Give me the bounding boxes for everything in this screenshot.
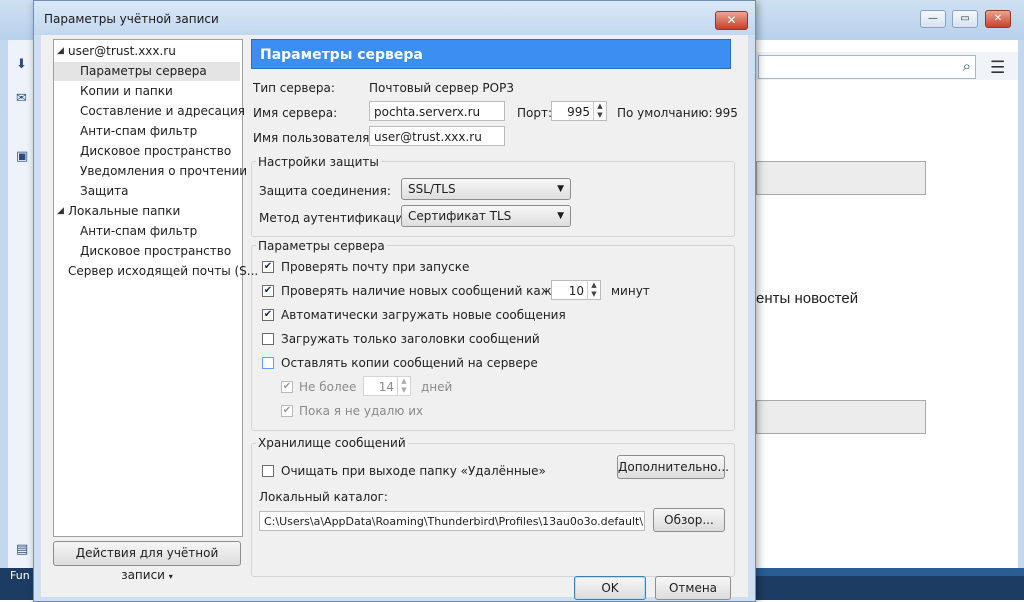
headers-only-checkbox[interactable]: [262, 333, 274, 345]
headers-only-label: Загружать только заголовки сообщений: [281, 332, 540, 346]
computer-icon[interactable]: ▣: [16, 150, 32, 164]
dropdown-arrow-icon: ▼: [557, 184, 564, 194]
server-type-label: Тип сервера:: [253, 81, 335, 95]
tree-item-server-settings[interactable]: Параметры сервера: [54, 62, 240, 81]
background-close-button[interactable]: ✕: [985, 10, 1011, 28]
browse-button[interactable]: Обзор...: [653, 508, 725, 532]
empty-trash-label: Очищать при выходе папку «Удалённые»: [281, 464, 546, 478]
check-every-checkbox[interactable]: ✔: [262, 285, 274, 297]
auth-method-select[interactable]: Сертификат TLS ▼: [401, 205, 571, 227]
local-directory-input[interactable]: C:\Users\a\AppData\Roaming\Thunderbird\P…: [259, 511, 645, 531]
tree-item-local-disk-space[interactable]: Дисковое пространство: [54, 242, 240, 261]
background-frame-right: [1018, 40, 1024, 600]
tree-account[interactable]: ◢ user@trust.xxx.ru: [54, 42, 240, 61]
until-delete-checkbox[interactable]: ✔: [281, 405, 293, 417]
cancel-button[interactable]: Отмена: [655, 576, 731, 600]
connection-security-label: Защита соединения:: [259, 184, 391, 198]
tree-item-security[interactable]: Защита: [54, 182, 240, 201]
tree-item-receipts[interactable]: Уведомления о прочтении: [54, 162, 247, 181]
collapse-icon[interactable]: ◢: [57, 202, 64, 221]
background-search-input[interactable]: ⌕: [758, 55, 976, 79]
auto-download-label: Автоматически загружать новые сообщения: [281, 308, 566, 322]
spin-arrows-icon[interactable]: ▲ ▼: [397, 377, 410, 395]
collapse-icon[interactable]: ◢: [57, 42, 64, 61]
auto-download-checkbox[interactable]: ✔: [262, 309, 274, 321]
check-on-start-checkbox[interactable]: ✔: [262, 261, 274, 273]
background-button-1[interactable]: [756, 161, 926, 195]
local-directory-label: Локальный каталог:: [259, 490, 388, 504]
storage-group-title: Хранилище сообщений: [256, 436, 408, 450]
background-frame-left: [0, 40, 8, 600]
connection-security-select[interactable]: SSL/TLS ▼: [401, 178, 571, 200]
check-interval-spinner[interactable]: 10 ▲ ▼: [551, 280, 601, 300]
spin-arrows-icon[interactable]: ▲ ▼: [587, 281, 600, 299]
empty-trash-checkbox[interactable]: [262, 465, 274, 477]
server-name-input[interactable]: pochta.serverx.ru: [369, 101, 505, 121]
dialog-title: Параметры учётной записи: [44, 12, 219, 26]
tree-item-composition[interactable]: Составление и адресация: [54, 102, 245, 121]
background-news-text: енты новостей: [756, 290, 859, 307]
until-delete-label: Пока я не удалю их: [299, 404, 424, 418]
no-more-than-label: Не более: [299, 380, 357, 394]
account-actions-button[interactable]: Действия для учётной записи ▾: [53, 541, 241, 582]
taskbar-highlight: [756, 568, 1024, 576]
dialog-titlebar: Параметры учётной записи ✕: [34, 1, 755, 35]
leave-copies-label: Оставлять копии сообщений на сервере: [281, 356, 538, 370]
tree-item-junk[interactable]: Анти-спам фильтр: [54, 122, 240, 141]
default-port-label: По умолчанию:: [617, 106, 713, 120]
server-name-label: Имя сервера:: [253, 106, 338, 120]
check-every-label: Проверять наличие новых сообщений каждые: [281, 284, 577, 298]
server-options-group-title: Параметры сервера: [256, 239, 387, 253]
server-type-value: Почтовый сервер POP3: [369, 81, 514, 95]
port-value: 995: [567, 105, 590, 119]
tree-local-folders[interactable]: ◢ Локальные папки: [54, 202, 240, 221]
port-spinner[interactable]: 995 ▲ ▼: [551, 101, 607, 121]
mail-folder-icon[interactable]: ✉: [16, 92, 32, 106]
default-port-value: 995: [715, 106, 738, 120]
tree-item-smtp[interactable]: Сервер исходящей почты (S...: [54, 262, 258, 281]
tree-item-local-junk[interactable]: Анти-спам фильтр: [54, 222, 240, 241]
dropdown-arrow-icon: ▼: [557, 211, 564, 221]
dropdown-arrow-icon: ▾: [168, 572, 173, 581]
account-settings-dialog: Параметры учётной записи ✕ ◢ user@trust.…: [33, 0, 756, 602]
background-button-2[interactable]: [756, 400, 926, 434]
maximize-button[interactable]: ▭: [952, 10, 978, 28]
keep-days-spinner[interactable]: 14 ▲ ▼: [363, 376, 411, 396]
tree-item-disk-space[interactable]: Дисковое пространство: [54, 142, 240, 161]
leave-copies-checkbox[interactable]: [262, 357, 274, 369]
advanced-button[interactable]: Дополнительно...: [617, 455, 729, 479]
username-label: Имя пользователя:: [253, 131, 374, 145]
search-icon[interactable]: ⌕: [963, 57, 971, 75]
auth-method-label: Метод аутентификации:: [259, 211, 416, 225]
panel-header: Параметры сервера: [251, 39, 731, 69]
check-on-start-label: Проверять почту при запуске: [281, 260, 470, 274]
no-more-than-checkbox[interactable]: ✔: [281, 381, 293, 393]
ok-button[interactable]: OK: [574, 576, 646, 600]
account-tree: ◢ user@trust.xxx.ru Параметры сервера Ко…: [53, 39, 258, 537]
security-group-title: Настройки защиты: [256, 155, 381, 169]
taskbar-text: Fun: [10, 569, 30, 582]
minimize-button[interactable]: —: [920, 10, 946, 28]
port-label: Порт:: [517, 106, 553, 120]
dialog-client-area: ◢ user@trust.xxx.ru Параметры сервера Ко…: [41, 35, 748, 600]
dialog-close-button[interactable]: ✕: [715, 11, 748, 30]
menu-icon[interactable]: ☰: [990, 58, 1005, 78]
spin-arrows-icon[interactable]: ▲ ▼: [593, 102, 606, 120]
download-icon[interactable]: ⬇: [16, 58, 32, 72]
tree-item-copies-folders[interactable]: Копии и папки: [54, 82, 240, 101]
username-input[interactable]: user@trust.xxx.ru: [369, 126, 505, 146]
keep-days-unit: дней: [421, 380, 453, 394]
check-interval-unit: минут: [611, 284, 650, 298]
network-icon[interactable]: ▤: [16, 543, 32, 557]
